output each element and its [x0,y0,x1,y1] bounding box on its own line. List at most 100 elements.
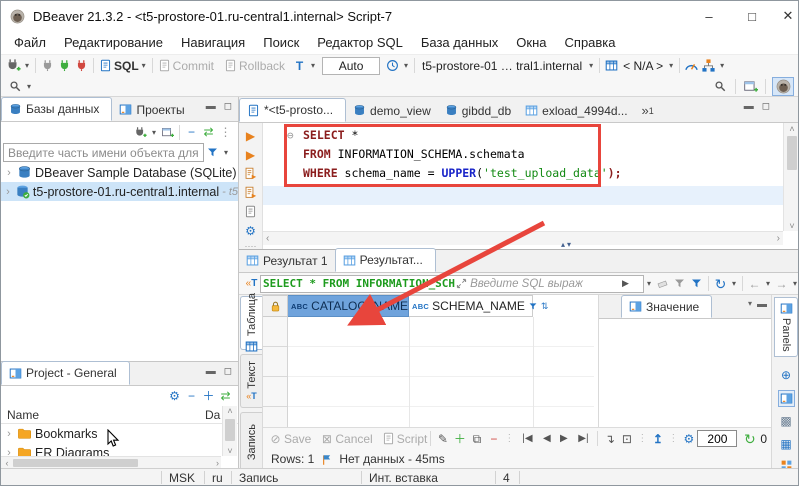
save-button[interactable]: Save [284,432,311,446]
value-tab[interactable]: Значение [621,295,713,318]
apply-filter-play-icon[interactable]: ▶ [617,275,634,292]
new-folder-icon[interactable] [159,124,176,141]
presentation-tab-record[interactable]: Запись [240,412,262,472]
fetch-all-icon[interactable]: ⊡ [618,430,635,447]
filter-settings-icon[interactable] [688,275,705,292]
vertical-scrollbar[interactable]: ˄ ˅ [222,406,237,456]
collapse-all-icon[interactable]: − [183,124,200,141]
forward-caret-icon[interactable]: ▾ [790,276,798,292]
editor-tab-exload[interactable]: exload_4994d... [518,99,634,122]
dbeaver-perspective-button[interactable] [772,76,794,96]
horizontal-scrollbar[interactable]: ‹ › [1,456,221,468]
maximize-button[interactable]: □ [736,3,768,29]
filter-caret-icon[interactable]: ▾ [221,145,231,161]
disconnect-icon[interactable] [73,57,90,74]
menu-edit[interactable]: Редактирование [55,33,172,52]
sql-editor-caret-icon[interactable]: ▾ [139,58,149,74]
quick-search-icon[interactable] [712,78,729,95]
column-header-date[interactable]: Da [205,408,220,422]
back-caret-icon[interactable]: ▾ [763,276,773,292]
fetch-next-page-icon[interactable]: ↴ [601,430,618,447]
editor-tab-demo-view[interactable]: demo_view [346,99,438,122]
nav-new-connection-icon[interactable] [132,124,149,141]
scroll-right-icon[interactable]: › [216,458,219,468]
fetch-size-input[interactable] [697,430,738,447]
open-perspective-icon[interactable] [742,78,759,95]
menu-database[interactable]: База данных [412,33,507,52]
execute-script-new-tab-icon[interactable] [242,184,259,201]
menu-help[interactable]: Справка [556,33,625,52]
result-filter-input[interactable]: SELECT * FROM INFORMATION_SCH Введите SQ… [260,274,644,293]
erase-filter-icon[interactable] [654,275,671,292]
scroll-up-icon[interactable]: ˄ [223,406,237,416]
last-row-icon[interactable]: ▶| [572,430,594,447]
metadata-panel-icon[interactable]: ▩ [778,413,795,430]
insert-mode-status[interactable]: Инт. вставка [369,471,438,485]
maximize-editor-icon[interactable]: ◻ [762,101,770,112]
search-icon[interactable] [7,78,24,95]
duplicate-row-icon[interactable]: ⧉ [468,430,485,447]
export-data-icon[interactable]: ↥ [649,430,666,447]
column-filter-icon[interactable] [528,300,538,313]
scrollbar-thumb[interactable] [787,136,797,170]
active-connection-combo[interactable]: t5-prostore-01 … tral1.internal [422,59,582,73]
editor-tab-gibdd-db[interactable]: gibdd_db [438,99,518,122]
menu-file[interactable]: Файл [5,33,55,52]
collapse-all-icon[interactable]: − [183,388,200,405]
calc-panel-icon[interactable]: ▦ [778,436,795,453]
history-back-icon[interactable]: ← [746,275,763,292]
connect-icon[interactable] [39,57,56,74]
cancel-button[interactable]: Cancel [335,432,372,446]
link-with-editor-icon[interactable]: ⇄ [217,388,234,405]
scroll-up-icon[interactable]: ˄ [784,123,798,134]
tab-project-general[interactable]: Project - General [1,361,130,385]
transaction-log-icon[interactable] [384,57,401,74]
timezone-status[interactable]: MSK [169,471,195,485]
menu-navigate[interactable]: Навигация [172,33,254,52]
add-row-icon[interactable]: ＋ [451,430,468,447]
refresh-results-icon[interactable]: ↻ [712,275,729,292]
menu-sql-editor[interactable]: Редактор SQL [308,33,412,52]
scroll-right-icon[interactable]: › [777,233,780,244]
new-connection-icon[interactable] [5,57,22,74]
filter-history-caret-icon[interactable]: ▾ [644,276,654,292]
presentation-tab-grid[interactable]: Таблица [240,293,262,350]
filters-icon[interactable] [671,275,688,292]
transaction-log-caret-icon[interactable]: ▾ [401,58,411,74]
expand-chevron-icon[interactable]: › [4,167,14,179]
delete-row-icon[interactable]: − [485,430,502,447]
expand-chevron-icon[interactable]: › [4,428,14,440]
rollback-button[interactable]: Rollback [239,59,285,73]
expand-chevron-icon[interactable]: › [4,186,12,198]
grid-body[interactable] [288,317,594,427]
grid-corner-cell[interactable] [263,295,288,317]
active-schema-combo[interactable]: < N/A > [623,59,663,73]
editor-horizontal-scrollbar[interactable]: ‹ › [263,231,783,245]
settings-gear-icon[interactable]: ⚙ [166,388,183,405]
auto-refresh-icon[interactable]: ↻ [741,430,758,447]
minimize-view-icon[interactable]: ▬ [206,366,216,377]
editor-vertical-scrollbar[interactable]: ˄ ˅ [783,123,798,231]
minimize-editor-icon[interactable]: ▬ [744,101,754,112]
tasks-caret-icon[interactable]: ▾ [717,58,727,74]
refresh-caret-icon[interactable]: ▾ [729,276,739,292]
scrollbar-thumb[interactable] [225,419,235,441]
scroll-down-icon[interactable]: ˅ [784,220,798,231]
new-connection-caret-icon[interactable]: ▾ [22,58,32,74]
first-row-icon[interactable]: |◀ [516,430,538,447]
execute-new-tab-icon[interactable]: ▶ [242,146,259,163]
expand-filter-icon[interactable] [455,277,468,290]
commit-button[interactable]: Commit [173,59,214,73]
execute-script-icon[interactable] [242,165,259,182]
panels-tab[interactable]: Panels [774,297,798,357]
scroll-down-icon[interactable]: ˅ [223,446,237,456]
result-tab-1[interactable]: Результат 1 [239,249,335,272]
column-header-catalog-name[interactable]: ABC CATALOG_NAME ⇅ [288,295,432,317]
schema-caret-icon[interactable]: ▾ [666,58,676,74]
close-button[interactable]: ✕ [772,3,798,29]
history-forward-icon[interactable]: → [773,275,790,292]
tasks-icon[interactable] [700,57,717,74]
value-panel-toggle-icon[interactable] [777,389,795,407]
column-header-name[interactable]: Name [7,408,205,422]
transaction-mode-icon[interactable]: T [291,57,308,74]
